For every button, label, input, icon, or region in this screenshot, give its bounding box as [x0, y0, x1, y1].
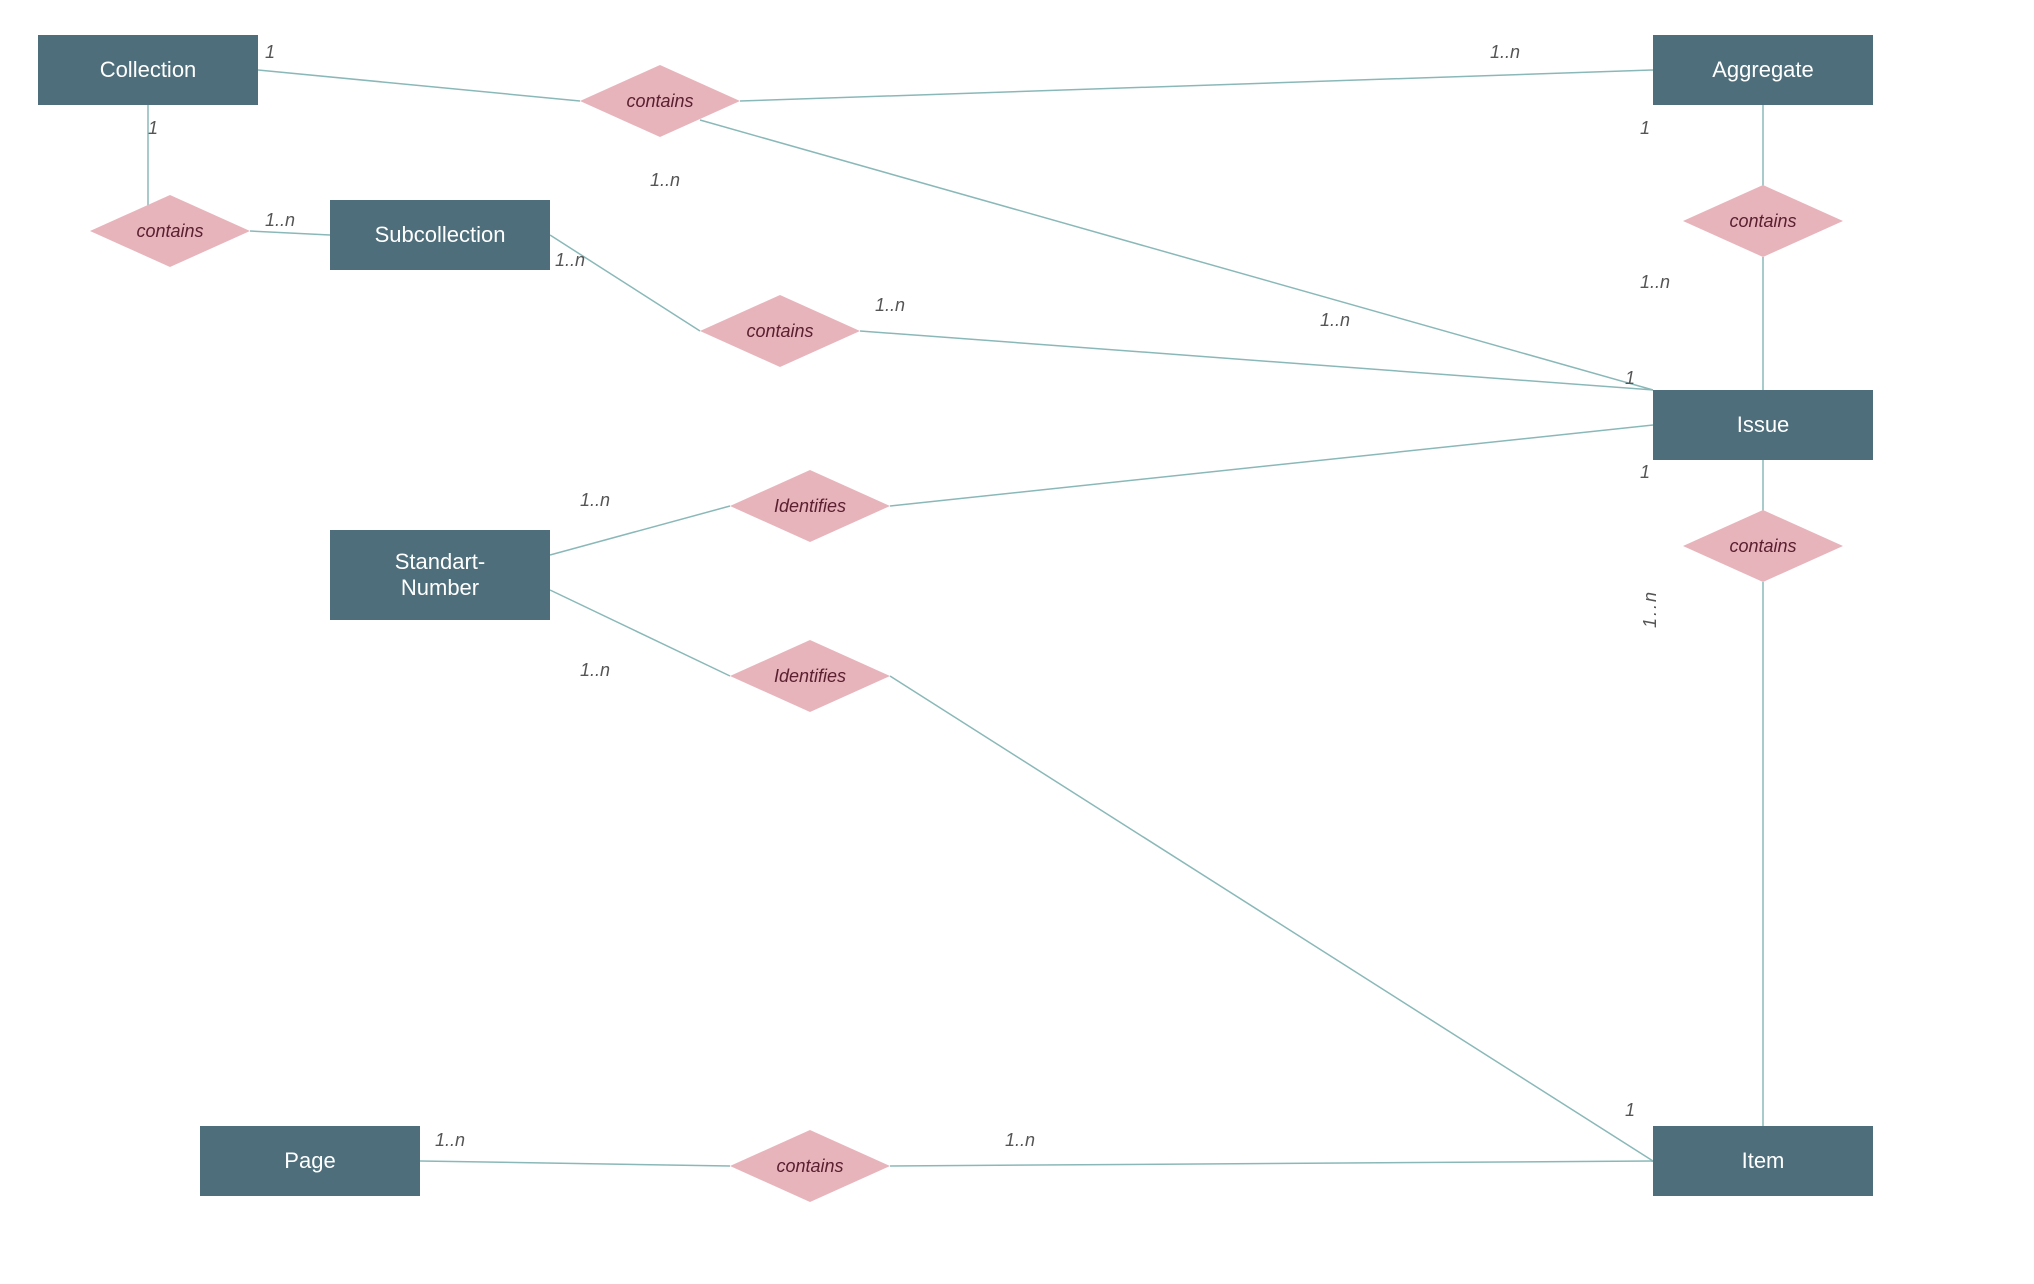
mult-16: 1 — [1625, 1100, 1635, 1121]
diamond-identifies-top: Identifies — [730, 470, 890, 542]
entity-aggregate: Aggregate — [1653, 35, 1873, 105]
mult-3: 1 — [148, 118, 158, 139]
mult-10: 1..n — [1320, 310, 1350, 331]
connector-lines — [0, 0, 2034, 1284]
diamond-contains-sub: contains — [700, 295, 860, 367]
mult-11: 1 — [1625, 368, 1635, 389]
entity-standart-number: Standart-Number — [330, 530, 550, 620]
diagram-container: Collection Aggregate Subcollection Issue… — [0, 0, 2034, 1284]
diamond-identifies-bot: Identifies — [730, 640, 890, 712]
diamond-contains-issue: contains — [1683, 510, 1843, 582]
mult-12: 1 — [1640, 462, 1650, 483]
mult-4: 1..n — [265, 210, 295, 231]
entity-subcollection: Subcollection — [330, 200, 550, 270]
mult-17: 1..n — [435, 1130, 465, 1151]
mult-7: 1..n — [555, 250, 585, 271]
entity-issue: Issue — [1653, 390, 1873, 460]
mult-1: 1 — [265, 42, 275, 63]
mult-2: 1..n — [1490, 42, 1520, 63]
mult-5: 1 — [1640, 118, 1650, 139]
diamond-contains-page: contains — [730, 1130, 890, 1202]
mult-6: 1..n — [1640, 272, 1670, 293]
diamond-contains-top: contains — [580, 65, 740, 137]
diamond-contains-left: contains — [90, 195, 250, 267]
entity-item: Item — [1653, 1126, 1873, 1196]
mult-9: 1..n — [650, 170, 680, 191]
mult-13: 1..n — [1640, 590, 1661, 628]
mult-14: 1..n — [580, 490, 610, 511]
mult-8: 1..n — [875, 295, 905, 316]
entity-collection: Collection — [38, 35, 258, 105]
mult-15: 1..n — [580, 660, 610, 681]
diamond-contains-aggregate: contains — [1683, 185, 1843, 257]
entity-page: Page — [200, 1126, 420, 1196]
mult-18: 1..n — [1005, 1130, 1035, 1151]
